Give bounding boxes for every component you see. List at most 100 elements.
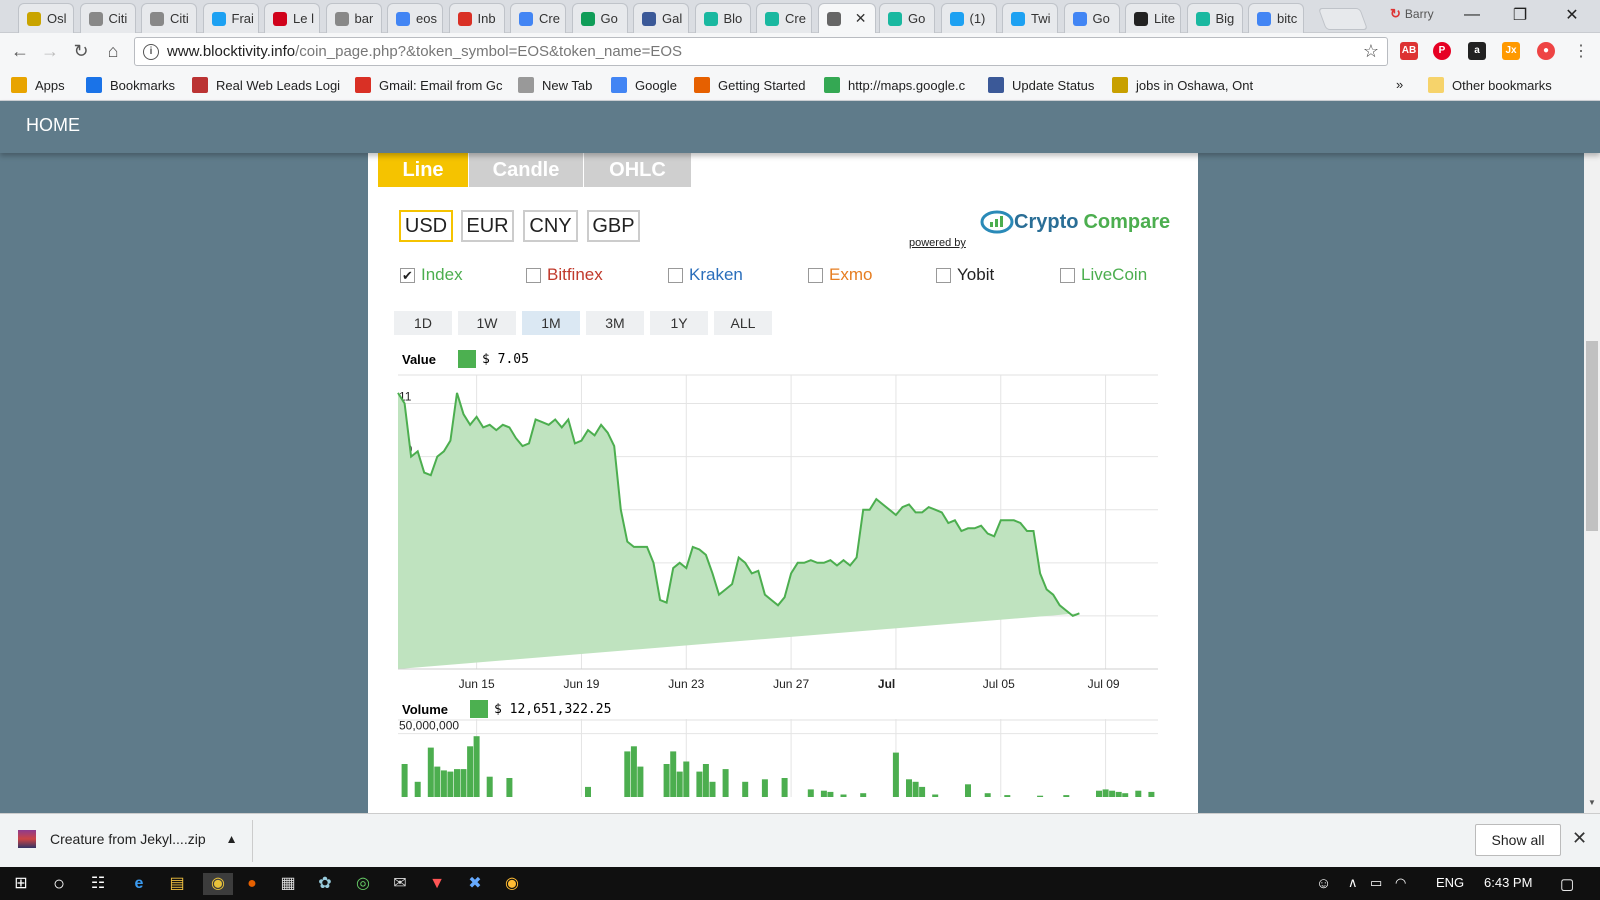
- period-button-1d[interactable]: 1D: [394, 311, 452, 335]
- bookmark-item[interactable]: Bookmarks: [86, 77, 175, 93]
- browser-tab[interactable]: Blo: [694, 3, 751, 33]
- volume-bar[interactable]: [912, 781, 919, 797]
- price-chart[interactable]: 67891011Jun 15Jun 19Jun 23Jun 27JulJul 0…: [368, 367, 1198, 697]
- volume-bar[interactable]: [1135, 790, 1142, 797]
- volume-bar[interactable]: [807, 789, 814, 797]
- browser-tab[interactable]: Citi: [79, 3, 136, 33]
- volume-bar[interactable]: [1115, 791, 1122, 797]
- currency-button-eur[interactable]: EUR: [461, 210, 514, 242]
- volume-bar[interactable]: [683, 761, 690, 798]
- chrome-taskbar-icon[interactable]: ◉: [203, 873, 233, 895]
- exchange-checkbox[interactable]: [1060, 267, 1075, 283]
- exchange-filter-livecoin[interactable]: LiveCoin: [1060, 265, 1147, 285]
- volume-bar[interactable]: [624, 751, 631, 797]
- volume-bar[interactable]: [486, 776, 493, 797]
- volume-bar[interactable]: [781, 778, 788, 797]
- exchange-filter-index[interactable]: ✔ Index: [400, 265, 463, 285]
- task-view-icon[interactable]: ☷: [87, 873, 109, 895]
- period-button-all[interactable]: ALL: [714, 311, 772, 335]
- volume-bar[interactable]: [440, 770, 447, 797]
- browser-tab[interactable]: Lite: [1125, 3, 1181, 33]
- home-button[interactable]: ⌂: [102, 41, 124, 62]
- exchange-checkbox[interactable]: [526, 267, 541, 283]
- browser-tab[interactable]: Cre: [756, 3, 812, 33]
- volume-bar[interactable]: [919, 786, 926, 797]
- wifi-icon[interactable]: ◠: [1395, 875, 1406, 891]
- browser-tab[interactable]: Gal: [633, 3, 689, 33]
- chart-type-tab-candle[interactable]: Candle: [469, 153, 583, 187]
- volume-bar[interactable]: [1096, 790, 1102, 797]
- volume-bar[interactable]: [663, 764, 670, 797]
- cryptocompare-logo[interactable]: Crypto Compare: [980, 209, 1170, 235]
- battery-icon[interactable]: ▭: [1370, 875, 1382, 891]
- scroll-down-arrow[interactable]: ▼: [1588, 798, 1596, 807]
- volume-bar[interactable]: [414, 781, 421, 797]
- restore-button[interactable]: ❐: [1496, 0, 1544, 30]
- volume-bar[interactable]: [742, 781, 749, 797]
- pinterest-extension-icon[interactable]: P: [1433, 42, 1451, 60]
- firefox-taskbar-icon[interactable]: ●: [241, 873, 263, 895]
- volume-bar[interactable]: [506, 778, 513, 797]
- volume-bar[interactable]: [670, 751, 677, 797]
- exchange-filter-bitfinex[interactable]: Bitfinex: [526, 265, 603, 285]
- mail-icon[interactable]: ✉: [389, 873, 411, 895]
- reload-button[interactable]: ↻: [70, 41, 92, 62]
- volume-bar[interactable]: [906, 779, 912, 797]
- currency-button-cny[interactable]: CNY: [523, 210, 578, 242]
- browser-tab[interactable]: eos: [387, 3, 443, 33]
- volume-bar[interactable]: [696, 771, 703, 797]
- minimize-button[interactable]: —: [1448, 0, 1496, 30]
- volume-bar[interactable]: [892, 752, 899, 797]
- globe-icon[interactable]: ◎: [352, 873, 374, 895]
- profile-button[interactable]: ↻ Barry: [1390, 6, 1434, 22]
- volume-bar[interactable]: [1122, 793, 1129, 797]
- chevron-up-icon[interactable]: ▲: [226, 832, 238, 846]
- browser-tab[interactable]: bar: [325, 3, 382, 33]
- period-button-3m[interactable]: 3M: [586, 311, 644, 335]
- browser-tab[interactable]: Frai: [202, 3, 259, 33]
- currency-button-usd[interactable]: USD: [399, 210, 453, 242]
- volume-bar[interactable]: [702, 764, 709, 797]
- exchange-checkbox[interactable]: [668, 267, 683, 283]
- language-indicator[interactable]: ENG: [1436, 875, 1464, 890]
- period-button-1w[interactable]: 1W: [458, 311, 516, 335]
- calculator-icon[interactable]: ▦: [277, 873, 299, 895]
- volume-bar[interactable]: [709, 781, 716, 797]
- volume-bar[interactable]: [467, 746, 474, 797]
- browser-tab[interactable]: Go: [879, 3, 935, 33]
- bookmark-item[interactable]: http://maps.google.c: [824, 77, 965, 93]
- browser-tab[interactable]: Cre: [510, 3, 566, 33]
- chrome-canary-icon[interactable]: ◉: [501, 873, 523, 895]
- browser-tab[interactable]: Osl: [18, 3, 74, 33]
- browser-tab[interactable]: Twi: [1002, 3, 1058, 33]
- edge-icon[interactable]: e: [128, 873, 150, 895]
- volume-bar[interactable]: [820, 790, 827, 797]
- file-explorer-icon[interactable]: ▤: [166, 873, 188, 895]
- bookmarks-overflow-icon[interactable]: »: [1396, 77, 1403, 92]
- bookmark-item[interactable]: Update Status: [988, 77, 1094, 93]
- volume-bar[interactable]: [761, 779, 768, 797]
- exchange-checkbox[interactable]: [808, 267, 823, 283]
- browser-tab[interactable]: (1): [940, 3, 997, 33]
- volume-bar[interactable]: [1004, 795, 1011, 797]
- chevron-up-tray-icon[interactable]: ∧: [1348, 875, 1358, 891]
- volume-bar[interactable]: [1148, 791, 1155, 797]
- forward-button[interactable]: →: [39, 41, 61, 62]
- currency-button-gbp[interactable]: GBP: [587, 210, 640, 242]
- brave-icon[interactable]: ▼: [426, 873, 448, 895]
- info-icon[interactable]: i: [143, 43, 159, 60]
- bookmark-item[interactable]: jobs in Oshawa, Ont: [1112, 77, 1253, 93]
- volume-bar[interactable]: [860, 793, 867, 797]
- amazon-extension-icon[interactable]: a: [1468, 42, 1486, 60]
- browser-tab[interactable]: Go: [1063, 3, 1120, 33]
- volume-bar[interactable]: [722, 769, 729, 797]
- people-icon[interactable]: ☺: [1316, 875, 1331, 892]
- period-button-1y[interactable]: 1Y: [650, 311, 708, 335]
- scroll-thumb[interactable]: [1586, 341, 1598, 531]
- exchange-filter-yobit[interactable]: Yobit: [936, 265, 994, 285]
- page-scrollbar[interactable]: ▲ ▼: [1584, 101, 1600, 813]
- other-bookmarks[interactable]: Other bookmarks: [1428, 77, 1552, 93]
- app-icon[interactable]: ✖: [464, 873, 486, 895]
- period-button-1m[interactable]: 1M: [522, 311, 580, 335]
- windows-start-icon[interactable]: ⊞: [10, 873, 32, 895]
